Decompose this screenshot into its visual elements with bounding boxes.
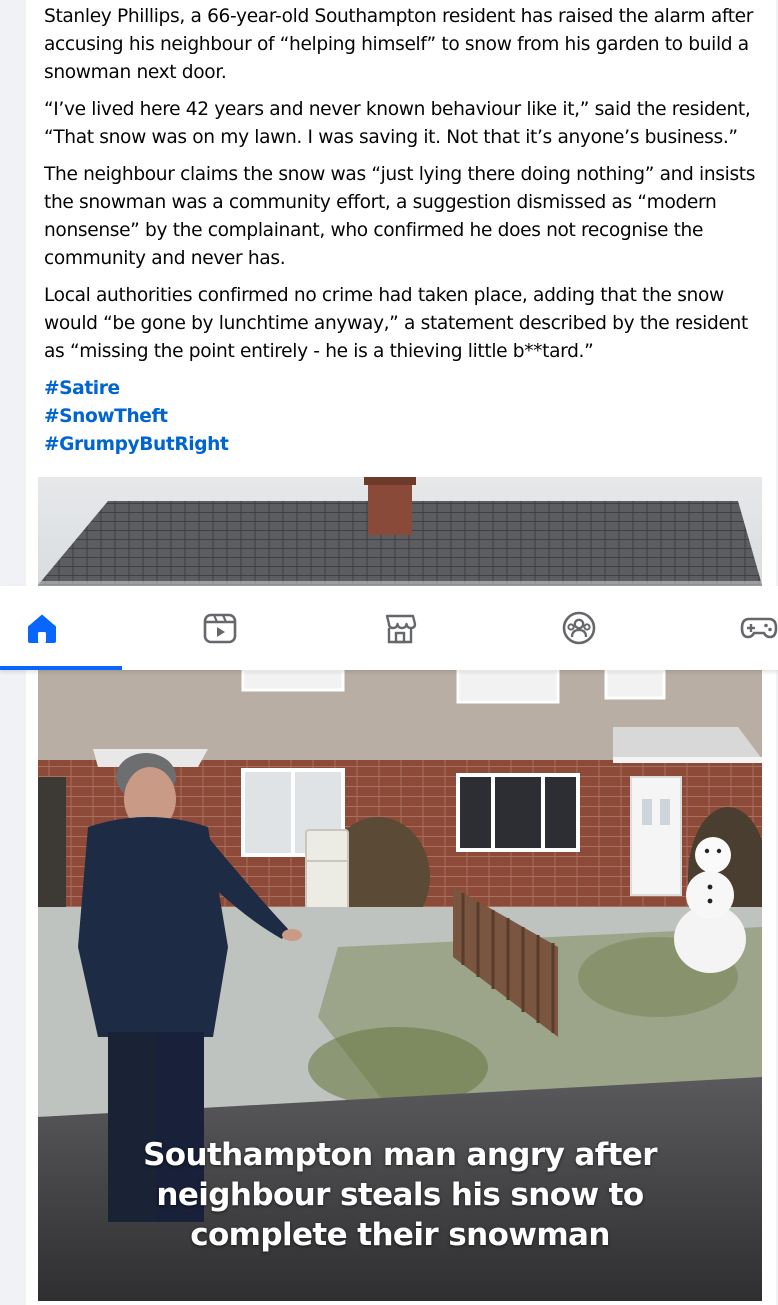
groups-icon [562,611,596,645]
photo-caption: Southampton man angry after neighbour st… [38,1135,762,1255]
caption-line: Southampton man angry after [143,1137,657,1173]
marketplace-icon [385,614,417,644]
active-tab-indicator [0,666,122,670]
video-icon [203,613,237,644]
post-paragraph: Local authorities confirmed no crime had… [44,285,748,362]
hashtag-list: #Satire #SnowTheft #GrumpyButRight [44,375,764,459]
home-icon [28,614,56,643]
bottom-nav-bar [0,586,778,670]
post-paragraph: Stanley Phillips, a 66-year-old Southamp… [44,6,754,83]
nav-tab-marketplace[interactable] [340,586,462,670]
post-paragraph: “I’ve lived here 42 years and never know… [44,99,751,148]
nav-tab-groups[interactable] [519,586,641,670]
nav-tab-gaming[interactable] [698,586,778,670]
post-paragraph: The neighbour claims the snow was “just … [44,164,756,269]
caption-line: neighbour steals his snow to [156,1177,644,1213]
caption-line: complete their snowman [190,1217,610,1253]
gaming-icon [740,617,778,639]
nav-tab-video[interactable] [160,586,282,670]
nav-tab-home[interactable] [0,586,122,670]
hashtag-link-satire[interactable]: #Satire [44,375,764,403]
post-text: Stanley Phillips, a 66-year-old Southamp… [44,0,764,459]
hashtag-link-snowtheft[interactable]: #SnowTheft [44,403,764,431]
hashtag-link-grumpybutright[interactable]: #GrumpyButRight [44,431,764,459]
